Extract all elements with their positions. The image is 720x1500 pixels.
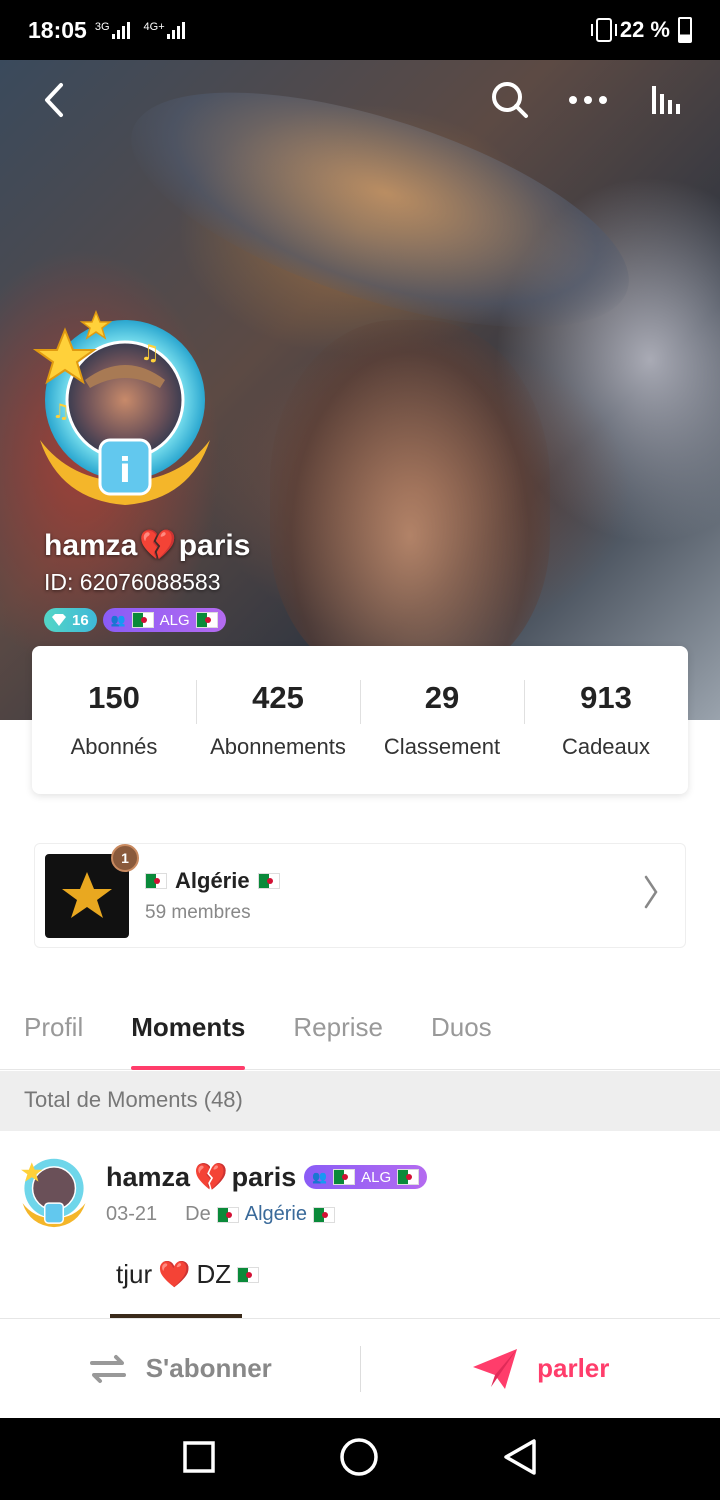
post-date: 03-21	[106, 1203, 158, 1225]
star-icon	[62, 871, 112, 918]
svg-text:♫: ♫	[52, 399, 70, 423]
algeria-flag-icon	[313, 1206, 335, 1223]
heart-icon: ❤️	[158, 1259, 191, 1289]
moment-post[interactable]: hamza 💔 paris 👥 ALG 03-21 De Algérie tju…	[0, 1131, 720, 1324]
broken-heart-icon: 💔	[194, 1162, 228, 1192]
more-horizontal-icon[interactable]	[564, 76, 612, 124]
profile-id: ID: 62076088583	[44, 569, 221, 595]
algeria-flag-icon	[237, 1266, 260, 1283]
svg-text:i: i	[119, 451, 131, 491]
avatar[interactable]: i ♫ ♫	[30, 309, 220, 510]
family-members: 59 membres	[145, 901, 251, 923]
signal-icon	[166, 21, 185, 39]
follow-button[interactable]: S'abonner	[0, 1353, 360, 1385]
status-time: 18:05	[28, 16, 87, 43]
post-text: tjur ❤️ DZ	[116, 1259, 260, 1290]
chevron-right-icon	[643, 875, 659, 917]
stats-card: 150 Abonnés 425 Abonnements 29 Classemen…	[32, 646, 688, 794]
tab-duos[interactable]: Duos	[431, 992, 492, 1069]
algeria-flag-icon	[195, 612, 218, 628]
swap-arrows-icon	[89, 1354, 126, 1383]
send-icon	[473, 1348, 518, 1389]
back-icon[interactable]	[30, 76, 78, 124]
profile-badges: 16 👥 ALG	[44, 608, 226, 632]
algeria-flag-icon	[131, 612, 154, 628]
algeria-flag-icon	[145, 872, 167, 889]
system-nav-bar	[0, 1418, 720, 1500]
family-badge[interactable]: 👥 ALG	[102, 608, 226, 632]
recents-icon[interactable]	[182, 1440, 216, 1479]
bottom-action-bar: S'abonner parler	[0, 1318, 720, 1418]
post-username[interactable]: hamza 💔 paris 👥 ALG	[106, 1161, 428, 1193]
svg-text:♫: ♫	[140, 341, 160, 366]
profile-screen: 18:05 3G 4G+ 22 % i ♫ ♫ hamza 💔 paris ID…	[0, 0, 720, 1500]
moments-total: Total de Moments (48)	[0, 1071, 720, 1131]
post-meta: 03-21 De Algérie	[106, 1203, 335, 1226]
talk-button[interactable]: parler	[361, 1347, 720, 1391]
algeria-flag-icon	[216, 1206, 239, 1223]
status-right: 22 %	[590, 17, 692, 43]
home-icon[interactable]	[339, 1437, 379, 1482]
tab-profil[interactable]: Profil	[24, 992, 83, 1069]
level-badge[interactable]: 16	[44, 608, 97, 632]
stat-following[interactable]: 425 Abonnements	[196, 680, 360, 760]
family-rank-badge: 1	[111, 843, 139, 872]
stat-gifts[interactable]: 913 Cadeaux	[524, 680, 688, 760]
family-card[interactable]: 1 Algérie 59 membres	[34, 843, 686, 948]
vibrate-icon	[590, 18, 617, 42]
cover-image-face	[270, 320, 550, 680]
network-4g-indicator: 4G+	[144, 21, 185, 39]
top-nav-actions	[486, 76, 690, 124]
algeria-flag-icon	[257, 872, 280, 889]
signal-icon	[111, 21, 130, 39]
tab-reprise[interactable]: Reprise	[293, 992, 383, 1069]
post-origin: De Algérie	[185, 1203, 335, 1226]
family-group-icon: 👥	[312, 1170, 328, 1184]
tab-moments[interactable]: Moments	[131, 992, 246, 1070]
family-name: Algérie	[145, 868, 280, 894]
broken-heart-icon: 💔	[139, 529, 177, 562]
diamond-icon	[52, 614, 66, 626]
post-avatar[interactable]	[18, 1155, 90, 1229]
battery-icon	[678, 17, 692, 43]
profile-tabs: Profil Moments Reprise Duos	[0, 992, 720, 1070]
battery-percent: 22 %	[619, 17, 670, 42]
network-3g-indicator: 3G	[95, 21, 130, 39]
status-bar: 18:05 3G 4G+ 22 %	[0, 0, 720, 60]
family-badge: 👥 ALG	[304, 1165, 428, 1189]
family-logo: 1	[45, 843, 139, 938]
top-nav	[0, 60, 720, 140]
stat-ranking[interactable]: 29 Classement	[360, 680, 524, 760]
back-nav-icon[interactable]	[502, 1438, 538, 1481]
algeria-flag-icon	[333, 1169, 356, 1185]
search-icon[interactable]	[486, 76, 534, 124]
stat-followers[interactable]: 150 Abonnés	[32, 680, 196, 760]
family-info: Algérie 59 membres	[145, 868, 280, 924]
bar-chart-icon[interactable]	[642, 76, 690, 124]
family-group-icon: 👥	[110, 613, 126, 627]
profile-username: hamza 💔 paris	[44, 528, 251, 563]
algeria-flag-icon	[397, 1169, 420, 1185]
